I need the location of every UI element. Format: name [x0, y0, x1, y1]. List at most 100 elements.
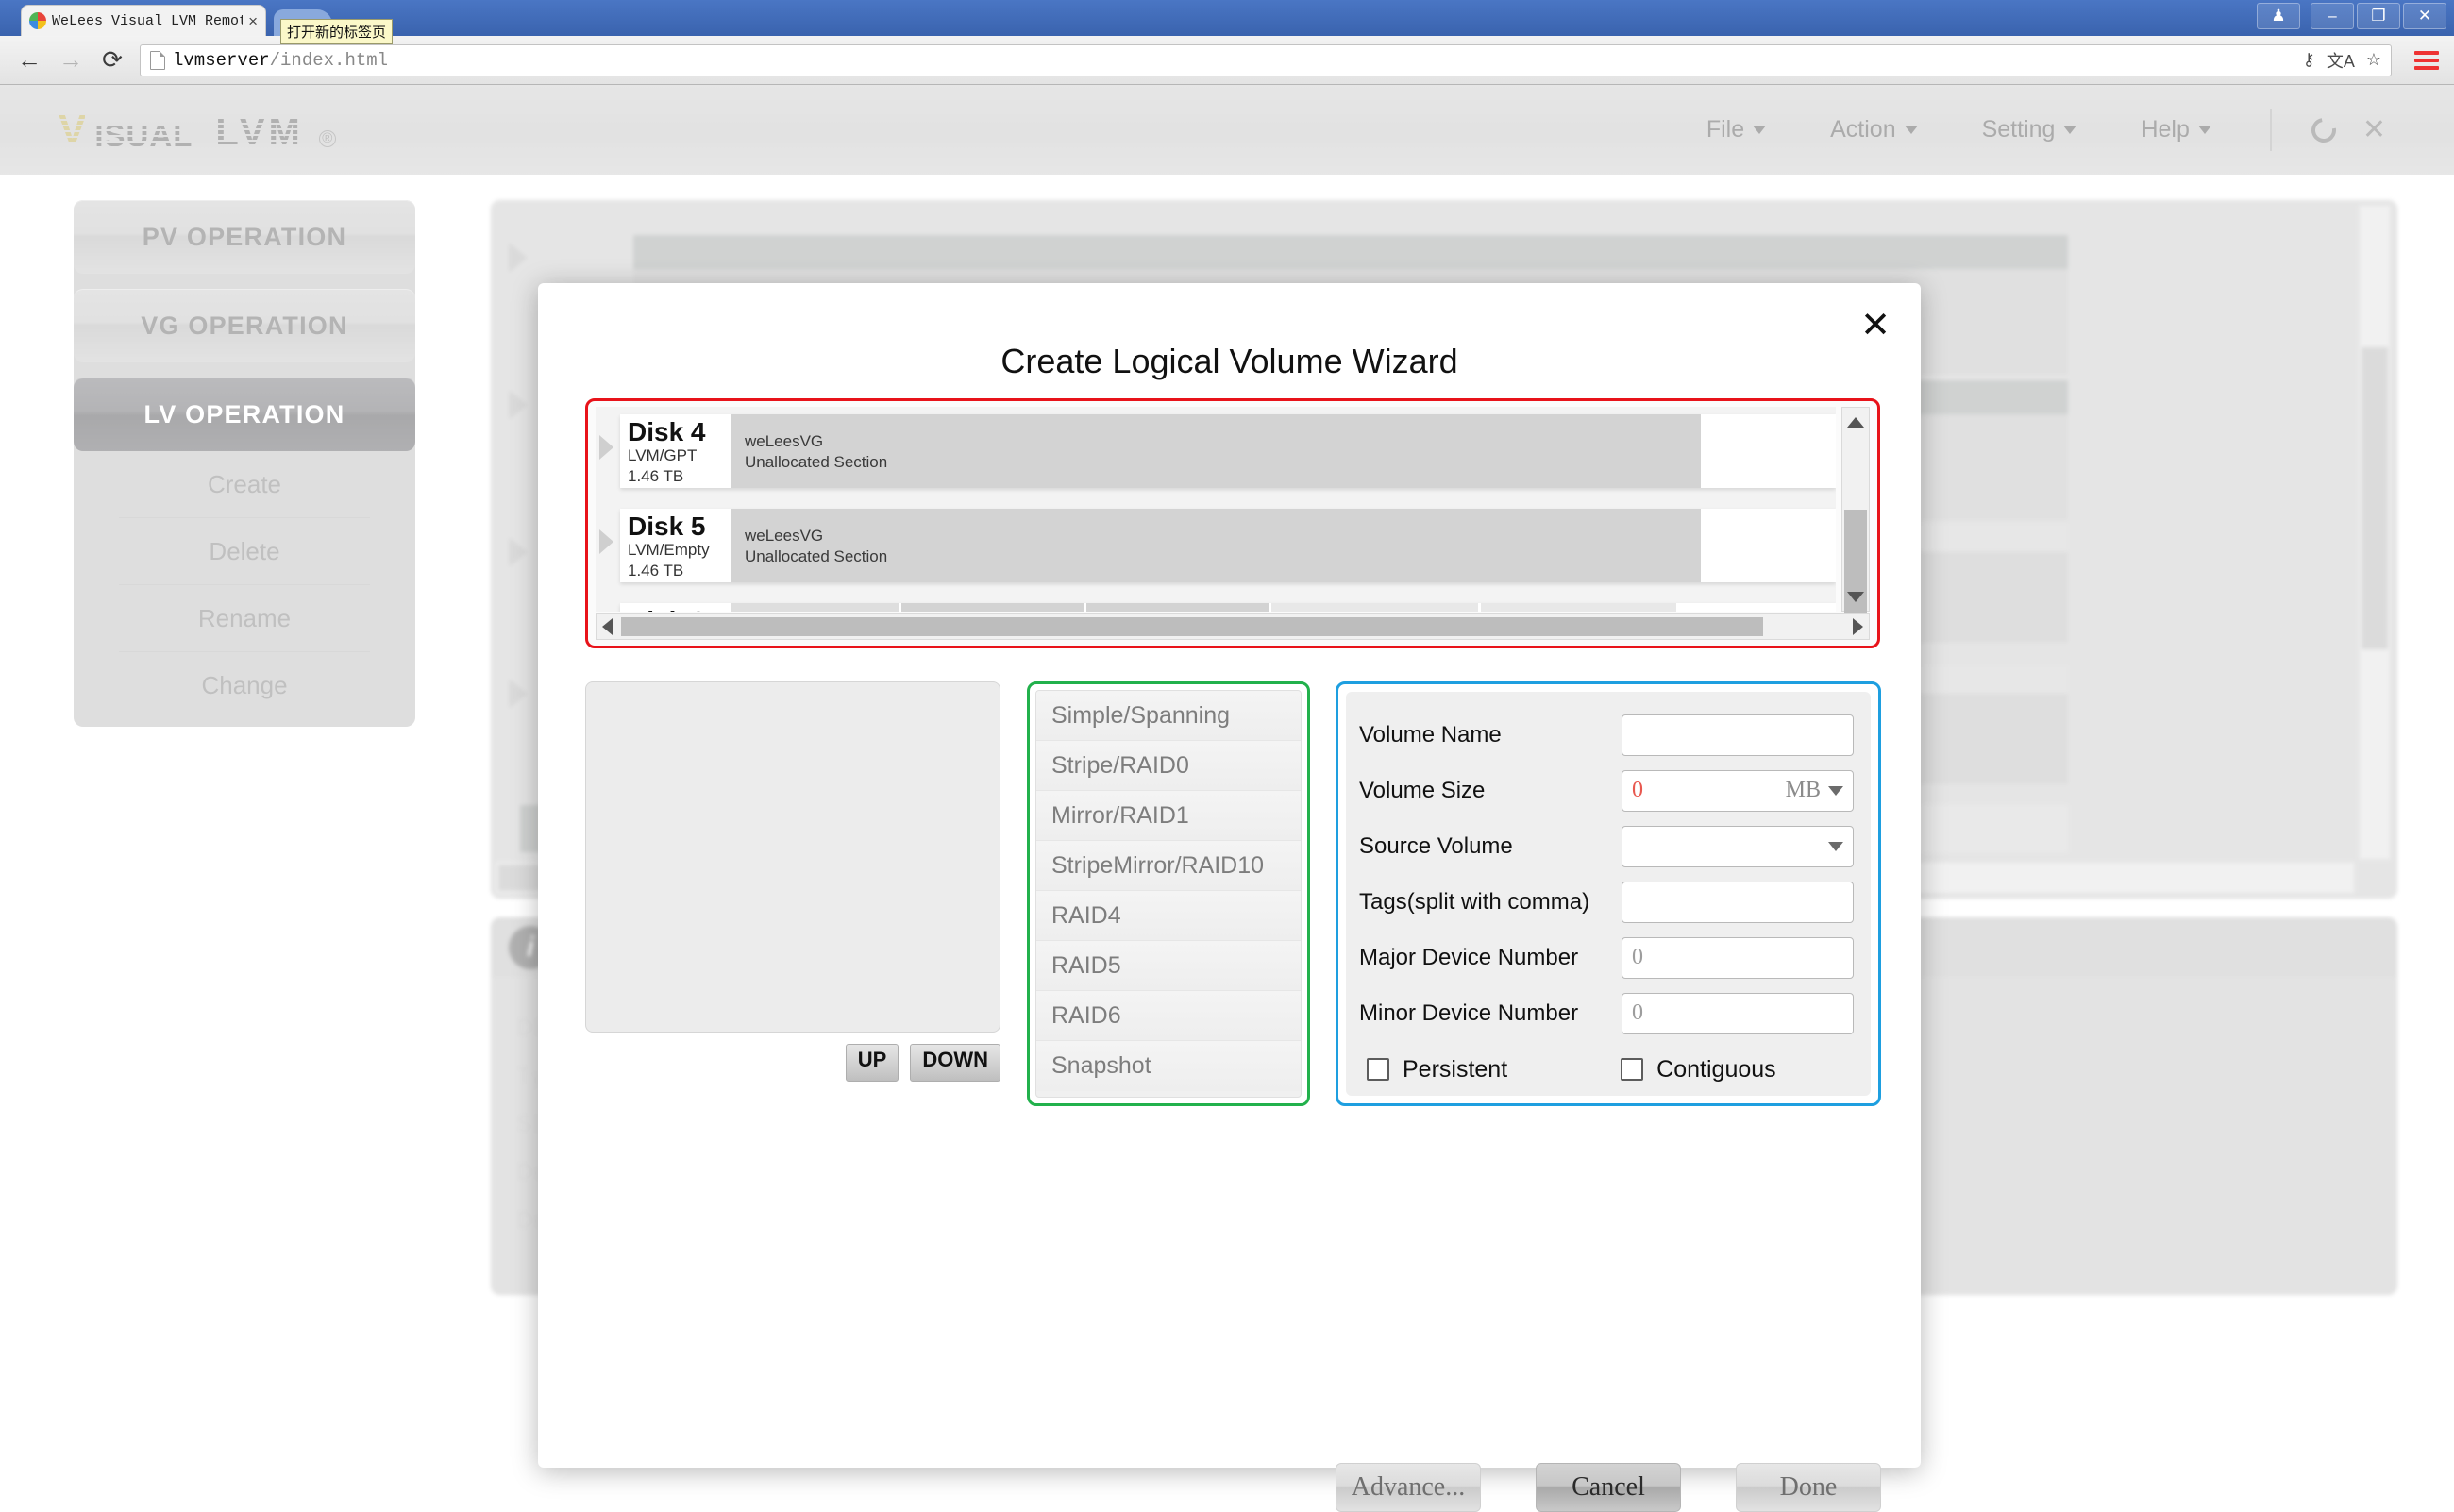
- disk-size: 1.46 TB: [628, 561, 731, 580]
- segment-state: Unallocated Section: [745, 452, 1701, 473]
- dialog-close-icon[interactable]: ✕: [1860, 308, 1891, 344]
- disk-segment[interactable]: Partition: [1481, 603, 1679, 612]
- volume-type-raid6[interactable]: RAID6: [1036, 991, 1301, 1041]
- favicon-icon: [29, 12, 46, 29]
- browser-menu-icon[interactable]: [2414, 51, 2439, 70]
- done-button[interactable]: Done: [1736, 1463, 1881, 1512]
- tags-label: Tags(split with comma): [1359, 889, 1622, 916]
- advance-button[interactable]: Advance...: [1336, 1463, 1481, 1512]
- dialog-footer: Advance... Cancel Done: [1336, 1463, 1881, 1512]
- disk-selection-panel: Disk 4 LVM/GPT 1.46 TB weLeesVG Unalloca…: [585, 398, 1880, 648]
- form-row-tags: Tags(split with comma): [1359, 874, 1854, 930]
- window-minimize-button[interactable]: –: [2311, 3, 2354, 29]
- volume-type-mirror-raid1[interactable]: Mirror/RAID1: [1036, 791, 1301, 841]
- volume-name-label: Volume Name: [1359, 722, 1622, 748]
- volume-size-input[interactable]: 0 MB: [1622, 770, 1854, 812]
- source-volume-select[interactable]: [1622, 826, 1854, 867]
- major-device-label: Major Device Number: [1359, 945, 1622, 971]
- disk-header: Disk 4 LVM/GPT 1.46 TB: [620, 414, 731, 488]
- disk-type: LVM/GPT: [628, 445, 731, 465]
- disk-list-horizontal-scrollbar[interactable]: [596, 613, 1870, 640]
- disk-segment[interactable]: Unalloacted: [731, 603, 901, 612]
- tags-input[interactable]: [1622, 882, 1854, 923]
- volume-size-unit-value: MB: [1786, 778, 1821, 803]
- major-device-input[interactable]: 0: [1622, 937, 1854, 979]
- volume-properties-form: Volume Name Volume Size 0 MB: [1346, 692, 1871, 1096]
- segment-state: Unallocated Section: [745, 546, 1701, 567]
- disk-name: Disk 6: [628, 607, 731, 612]
- order-buttons: UP DOWN: [585, 1044, 1000, 1082]
- user-profile-icon[interactable]: ♟: [2257, 3, 2300, 29]
- move-down-button[interactable]: DOWN: [910, 1044, 1000, 1082]
- selected-physical-volumes-panel[interactable]: [585, 681, 1000, 1033]
- disk-header: Disk 6 LVM/GPT 1.5 TB: [620, 603, 731, 612]
- dialog-title: Create Logical Volume Wizard: [538, 283, 1921, 381]
- expand-caret-icon[interactable]: [599, 529, 614, 554]
- omnibox-actions: ⚷ 文A ☆: [2303, 48, 2381, 73]
- volume-type-stripemirror-raid10[interactable]: StripeMirror/RAID10: [1036, 841, 1301, 891]
- major-device-placeholder: 0: [1632, 945, 1643, 970]
- scroll-up-icon[interactable]: [1842, 410, 1869, 434]
- disk-type: LVM/Empty: [628, 540, 731, 560]
- disk-segment[interactable]: weLeesVG Unallocated Section: [1086, 603, 1271, 612]
- segment-vg-name: weLeesVG: [745, 526, 1701, 546]
- source-volume-chevron: [1828, 842, 1843, 851]
- form-row-source-volume: Source Volume: [1359, 818, 1854, 874]
- volume-type-panel: Simple/Spanning Stripe/RAID0 Mirror/RAID…: [1027, 681, 1310, 1106]
- segment-vg-name: weLeesVG: [745, 431, 1701, 452]
- address-bar-url: lvmserver/index.html: [173, 50, 388, 71]
- disk-segment[interactable]: weLeesVG Unallocated Section: [731, 509, 1704, 582]
- contiguous-checkbox[interactable]: [1621, 1058, 1643, 1081]
- key-icon[interactable]: ⚷: [2303, 50, 2315, 70]
- cancel-button[interactable]: Cancel: [1536, 1463, 1681, 1512]
- disk-row[interactable]: Disk 5 LVM/Empty 1.46 TB weLeesVG Unallo…: [620, 509, 1836, 582]
- chevron-down-icon: [1828, 842, 1843, 851]
- minor-device-input[interactable]: 0: [1622, 993, 1854, 1034]
- minor-device-label: Minor Device Number: [1359, 1000, 1622, 1027]
- volume-type-stripe-raid0[interactable]: Stripe/RAID0: [1036, 741, 1301, 791]
- disk-segment[interactable]: weLeesVG Unallocated Section: [901, 603, 1086, 612]
- volume-size-placeholder: 0: [1632, 778, 1643, 803]
- page-info-icon: [150, 51, 165, 70]
- url-path: /index.html: [270, 50, 388, 71]
- volume-name-input[interactable]: [1622, 714, 1854, 756]
- window-close-button[interactable]: ✕: [2403, 3, 2446, 29]
- create-logical-volume-wizard-dialog: ✕ Create Logical Volume Wizard Disk 4 LV…: [538, 283, 1921, 1468]
- tab-close-icon[interactable]: ×: [248, 13, 258, 29]
- disk-row[interactable]: Disk 6 LVM/GPT 1.5 TB Unalloacted weLees…: [620, 603, 1836, 612]
- browser-tab[interactable]: WeLees Visual LVM Remot ×: [21, 5, 266, 36]
- back-icon[interactable]: ←: [15, 45, 43, 75]
- window-controls: ♟ – ❐ ✕: [2257, 3, 2446, 29]
- source-volume-label: Source Volume: [1359, 833, 1622, 860]
- volume-size-unit-select[interactable]: MB: [1786, 778, 1843, 803]
- scroll-right-icon[interactable]: [1853, 618, 1863, 635]
- address-bar[interactable]: lvmserver/index.html ⚷ 文A ☆: [140, 44, 2392, 76]
- volume-type-list: Simple/Spanning Stripe/RAID0 Mirror/RAID…: [1035, 690, 1302, 1098]
- move-up-button[interactable]: UP: [846, 1044, 899, 1082]
- minor-device-placeholder: 0: [1632, 1000, 1643, 1026]
- scroll-down-icon[interactable]: [1842, 584, 1869, 609]
- reload-icon[interactable]: ⟳: [98, 45, 126, 75]
- disk-list-vertical-scrollbar[interactable]: [1841, 407, 1870, 612]
- volume-type-raid5[interactable]: RAID5: [1036, 941, 1301, 991]
- scroll-thumb[interactable]: [621, 617, 1763, 636]
- volume-type-simple-spanning[interactable]: Simple/Spanning: [1036, 691, 1301, 741]
- star-icon[interactable]: ☆: [2366, 50, 2381, 70]
- disk-segment[interactable]: Partition: [1271, 603, 1481, 612]
- disk-list: Disk 4 LVM/GPT 1.46 TB weLeesVG Unalloca…: [596, 407, 1836, 612]
- app-root: V ISUAL LVM ® File Action Setting Help: [0, 85, 2454, 1500]
- window-maximize-button[interactable]: ❐: [2357, 3, 2400, 29]
- volume-type-snapshot[interactable]: Snapshot: [1036, 1041, 1301, 1091]
- translate-icon[interactable]: 文A: [2327, 48, 2355, 73]
- persistent-checkbox[interactable]: [1367, 1058, 1389, 1081]
- volume-properties-panel: Volume Name Volume Size 0 MB: [1336, 681, 1881, 1106]
- disk-name: Disk 5: [628, 512, 731, 540]
- disk-segment[interactable]: weLeesVG Unallocated Section: [731, 414, 1704, 488]
- form-row-volume-name: Volume Name: [1359, 707, 1854, 763]
- disk-row[interactable]: Disk 4 LVM/GPT 1.46 TB weLeesVG Unalloca…: [620, 414, 1836, 488]
- scroll-left-icon[interactable]: [602, 618, 613, 635]
- disk-header: Disk 5 LVM/Empty 1.46 TB: [620, 509, 731, 582]
- volume-type-raid4[interactable]: RAID4: [1036, 891, 1301, 941]
- form-row-checkboxes: Persistent Contiguous: [1359, 1041, 1854, 1098]
- expand-caret-icon[interactable]: [599, 435, 614, 460]
